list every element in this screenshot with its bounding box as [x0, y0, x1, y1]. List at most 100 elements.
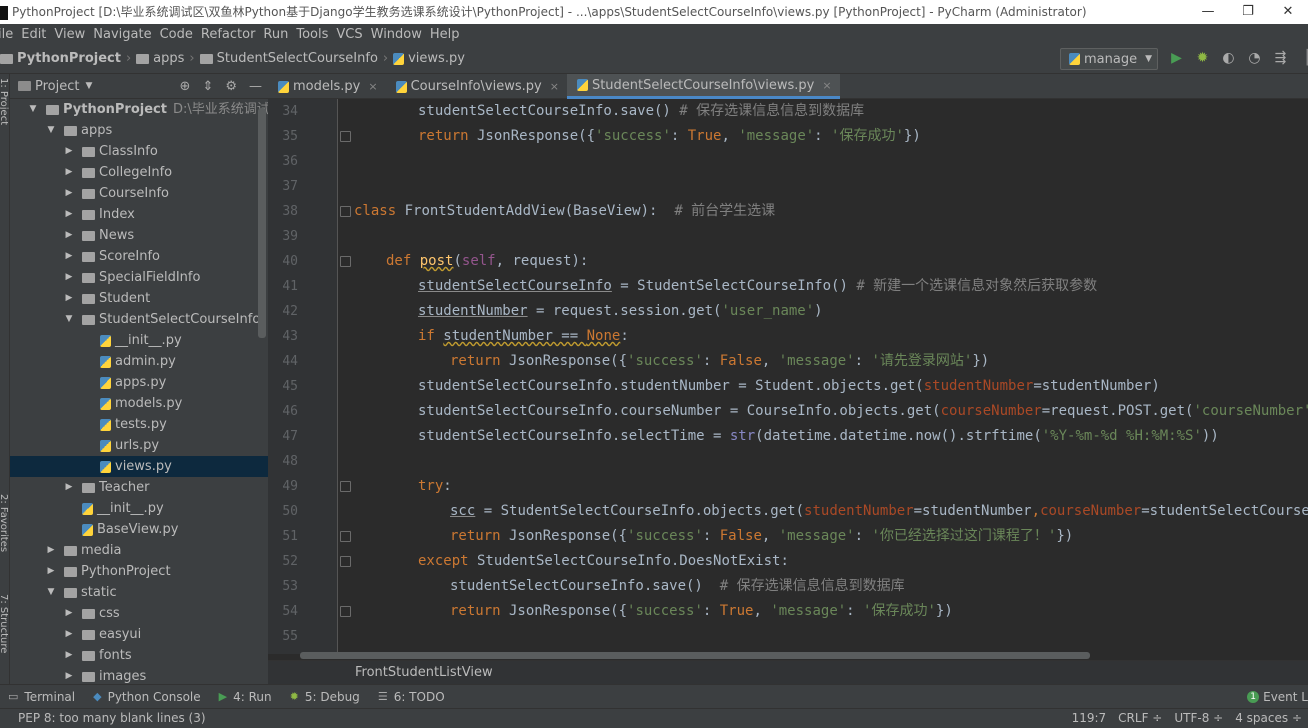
- collapse-arrow-icon[interactable]: ▶: [64, 666, 74, 684]
- code-line[interactable]: 39: [268, 224, 1308, 249]
- editor-tab[interactable]: CourseInfo\views.py ×: [386, 74, 567, 99]
- tree-item[interactable]: urls.py: [10, 435, 268, 456]
- menu-navigate[interactable]: Navigate: [93, 27, 157, 42]
- collapse-arrow-icon[interactable]: ▶: [64, 624, 74, 645]
- collapse-arrow-icon[interactable]: ▶: [64, 267, 74, 288]
- close-tab-icon[interactable]: ×: [368, 80, 377, 93]
- tree-item[interactable]: models.py: [10, 393, 268, 414]
- editor-horizontal-scrollbar[interactable]: [300, 652, 1090, 659]
- menu-code[interactable]: Code: [160, 27, 199, 42]
- project-view-select[interactable]: Project: [35, 79, 79, 94]
- restore-button[interactable]: ❐: [1228, 0, 1268, 24]
- code-line[interactable]: 43 if studentNumber == None:: [268, 324, 1308, 349]
- file-encoding[interactable]: UTF-8 ÷: [1174, 709, 1223, 728]
- breadcrumb-views[interactable]: views.py: [393, 51, 465, 66]
- tree-item[interactable]: ▼ PythonProject D:\毕业系统调试区\双鱼: [10, 99, 268, 120]
- project-scrollbar[interactable]: [258, 108, 266, 338]
- collapse-arrow-icon[interactable]: ▶: [64, 204, 74, 225]
- code-line[interactable]: 53 studentSelectCourseInfo.save() # 保存选课信…: [268, 574, 1308, 599]
- fold-marker-icon[interactable]: [340, 256, 351, 267]
- menu-edit[interactable]: Edit: [21, 27, 52, 42]
- tree-item[interactable]: tests.py: [10, 414, 268, 435]
- collapse-arrow-icon[interactable]: ▶: [64, 183, 74, 204]
- minimize-button[interactable]: —: [1188, 0, 1228, 24]
- editor-tab[interactable]: models.py ×: [268, 74, 386, 99]
- fold-marker-icon[interactable]: [340, 556, 351, 567]
- tree-item[interactable]: ▶ Index: [10, 204, 268, 225]
- menu-window[interactable]: Window: [371, 27, 428, 42]
- code-line[interactable]: 49 try:: [268, 474, 1308, 499]
- code-line[interactable]: 50 scc = StudentSelectCourseInfo.objects.…: [268, 499, 1308, 524]
- tree-item[interactable]: ▶ CourseInfo: [10, 183, 268, 204]
- code-line[interactable]: 51 return JsonResponse({'success': False,…: [268, 524, 1308, 549]
- tree-item[interactable]: ▼ apps: [10, 120, 268, 141]
- stop-icon[interactable]: ▐: [1298, 50, 1308, 67]
- toolwindow-terminal[interactable]: ▭ Terminal: [8, 690, 75, 704]
- menu-run[interactable]: Run: [263, 27, 294, 42]
- code-line[interactable]: 38 class FrontStudentAddView(BaseView): #…: [268, 199, 1308, 224]
- tree-item[interactable]: ▶ SpecialFieldInfo: [10, 267, 268, 288]
- tree-item[interactable]: ▶ images: [10, 666, 268, 684]
- close-tab-icon[interactable]: ×: [822, 79, 831, 92]
- gear-icon[interactable]: ⚙: [225, 79, 237, 94]
- toolwindow-debug[interactable]: ✹ 5: Debug: [290, 690, 360, 704]
- tree-item[interactable]: apps.py: [10, 372, 268, 393]
- toolwindow-run[interactable]: ▶ 4: Run: [219, 690, 272, 704]
- code-line[interactable]: 48: [268, 449, 1308, 474]
- code-line[interactable]: 36: [268, 149, 1308, 174]
- menu-view[interactable]: View: [54, 27, 91, 42]
- code-line[interactable]: 42 studentNumber = request.session.get('u…: [268, 299, 1308, 324]
- tree-item[interactable]: __init__.py: [10, 330, 268, 351]
- code-line[interactable]: 45 studentSelectCourseInfo.studentNumber …: [268, 374, 1308, 399]
- line-separator[interactable]: CRLF ÷: [1118, 709, 1162, 728]
- tree-item[interactable]: ▶ Student: [10, 288, 268, 309]
- tree-item[interactable]: views.py: [10, 456, 268, 477]
- caret-position[interactable]: 119:7: [1072, 709, 1107, 728]
- code-line[interactable]: 46 studentSelectCourseInfo.courseNumber =…: [268, 399, 1308, 424]
- code-line[interactable]: 47 studentSelectCourseInfo.selectTime = s…: [268, 424, 1308, 449]
- collapse-arrow-icon[interactable]: ▶: [64, 246, 74, 267]
- tree-item[interactable]: ▶ easyui: [10, 624, 268, 645]
- hide-icon[interactable]: —: [249, 79, 262, 94]
- fold-marker-icon[interactable]: [340, 606, 351, 617]
- code-line[interactable]: 44 return JsonResponse({'success': False,…: [268, 349, 1308, 374]
- collapse-arrow-icon[interactable]: ▶: [64, 141, 74, 162]
- code-line[interactable]: 37: [268, 174, 1308, 199]
- tree-item[interactable]: ▶ PythonProject: [10, 561, 268, 582]
- code-line[interactable]: 35 return JsonResponse({'success': True, …: [268, 124, 1308, 149]
- fold-marker-icon[interactable]: [340, 206, 351, 217]
- menu-vcs[interactable]: VCS: [336, 27, 368, 42]
- breadcrumb-studentselectcourseinfo[interactable]: StudentSelectCourseInfo: [199, 51, 378, 66]
- collapse-arrow-icon[interactable]: ▶: [64, 288, 74, 309]
- tree-item[interactable]: ▶ Teacher: [10, 477, 268, 498]
- breadcrumb-apps[interactable]: apps: [136, 51, 184, 66]
- run-configuration-select[interactable]: manage ▼: [1060, 48, 1158, 70]
- coverage-icon[interactable]: ◐: [1220, 50, 1237, 67]
- dropdown-arrow-icon[interactable]: ▼: [85, 81, 92, 91]
- tree-item[interactable]: ▶ fonts: [10, 645, 268, 666]
- tree-item[interactable]: ▶ ClassInfo: [10, 141, 268, 162]
- tree-item[interactable]: ▶ ScoreInfo: [10, 246, 268, 267]
- target-icon[interactable]: ⊕: [180, 79, 191, 94]
- tree-item[interactable]: ▶ CollegeInfo: [10, 162, 268, 183]
- menu-help[interactable]: Help: [430, 27, 466, 42]
- expand-arrow-icon[interactable]: ▼: [46, 120, 56, 141]
- tree-item[interactable]: ▶ media: [10, 540, 268, 561]
- close-tab-icon[interactable]: ×: [550, 80, 559, 93]
- run-icon[interactable]: ▶: [1168, 50, 1185, 67]
- editor-breadcrumb[interactable]: FrontStudentListView: [268, 660, 1308, 684]
- menu-file[interactable]: ile: [0, 27, 19, 42]
- tree-item[interactable]: ▼ static: [10, 582, 268, 603]
- code-line[interactable]: 55: [268, 624, 1308, 649]
- menu-tools[interactable]: Tools: [296, 27, 334, 42]
- tree-item[interactable]: __init__.py: [10, 498, 268, 519]
- toolwindow-python-console[interactable]: ◆ Python Console: [93, 690, 201, 704]
- indent-setting[interactable]: 4 spaces ÷: [1235, 709, 1302, 728]
- collapse-arrow-icon[interactable]: ▶: [64, 225, 74, 246]
- tree-item[interactable]: BaseView.py: [10, 519, 268, 540]
- collapse-arrow-icon[interactable]: ▶: [64, 603, 74, 624]
- expand-arrow-icon[interactable]: ▼: [28, 99, 38, 120]
- project-tool-button[interactable]: 1: Project: [0, 78, 9, 125]
- collapse-arrow-icon[interactable]: ▶: [64, 477, 74, 498]
- code-editor[interactable]: 34 studentSelectCourseInfo.save() # 保存选课信…: [268, 99, 1308, 654]
